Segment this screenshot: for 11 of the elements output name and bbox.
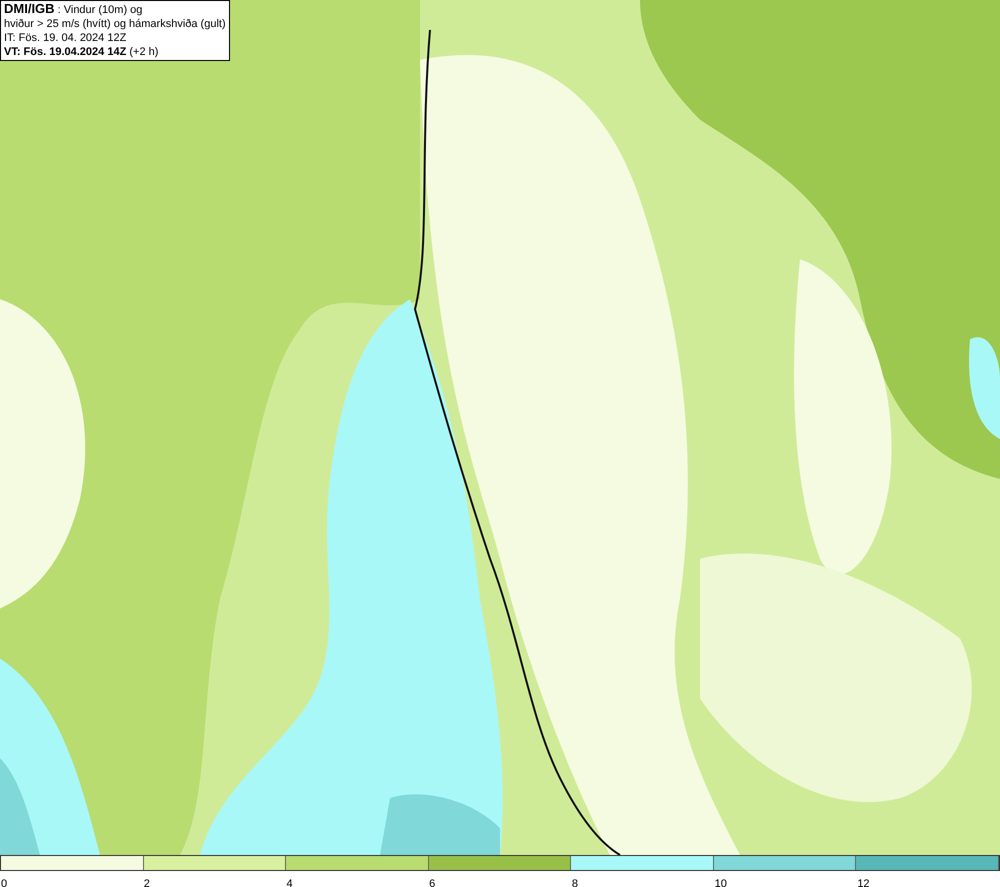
colorbar-tick-label: 10: [714, 878, 727, 887]
info-text: IT: Fös. 19. 04. 2024 12Z: [4, 31, 128, 45]
info-text: VT: Fös. 19.04.2024 14Z (+2 h): [4, 45, 160, 59]
info-text: DMI/IGB : Vindur (10m) og: [4, 2, 144, 17]
colorbar-tick-label: 4: [286, 878, 293, 887]
colorbar-tick-label: 8: [572, 878, 578, 887]
colorbar-tick-label: 12: [857, 878, 870, 887]
colorbar-tick-label: 0: [1, 878, 8, 887]
colorbar-tick-label: 6: [429, 878, 436, 887]
colorbar-tick-label: 2: [144, 878, 150, 887]
info-text: hviður > 25 m/s (hvítt) og hámarkshviða (gult): [4, 17, 226, 31]
